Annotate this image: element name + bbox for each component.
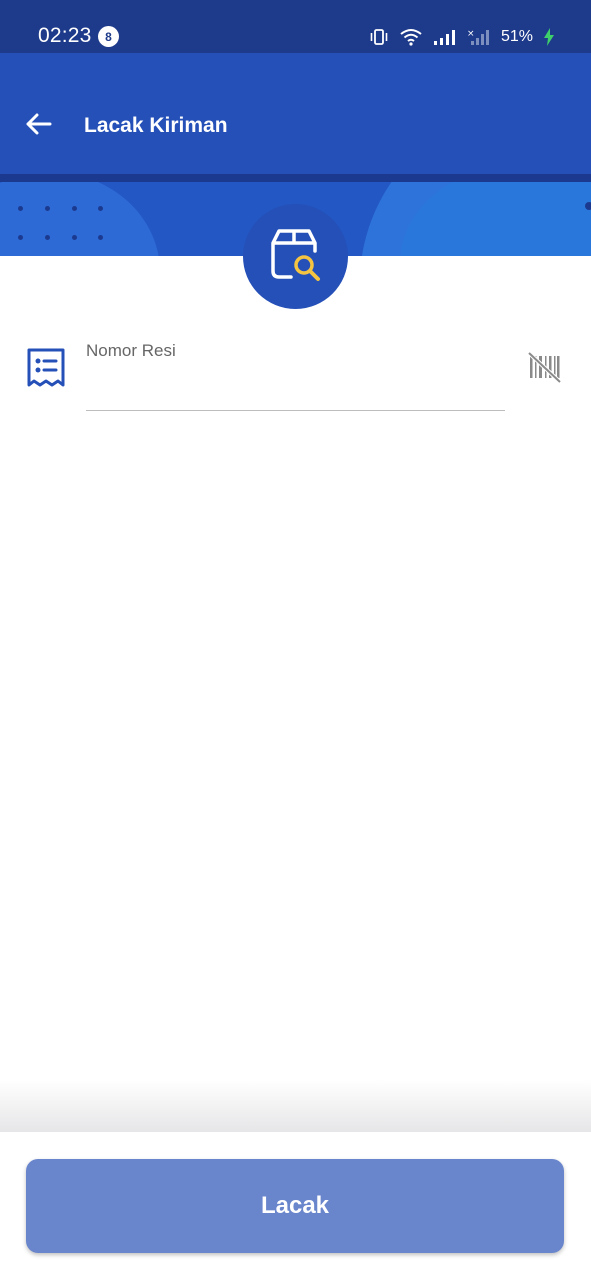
wifi-icon [399,28,423,46]
app-bar-divider [0,174,591,182]
status-icons: × 51% [369,26,555,48]
app-bar: Lacak Kiriman [0,53,591,174]
receipt-number-input[interactable] [86,368,505,411]
package-search-badge [243,204,348,309]
dot-pattern [18,206,108,246]
signal-2-icon: × [467,28,491,46]
page-title: Lacak Kiriman [84,114,228,137]
status-time: 02:23 [38,24,92,47]
back-arrow-icon [24,112,52,141]
bottom-shadow [0,1080,591,1132]
notification-badge: 8 [98,26,119,47]
receipt-number-label: Nomor Resi [86,341,176,360]
signal-icon [433,28,457,46]
barcode-scan-button[interactable] [526,350,562,384]
package-search-icon [269,225,323,288]
barcode-scan-off-icon [526,351,562,388]
svg-text:×: × [467,29,475,39]
battery-percent: 51% [500,28,533,45]
status-bar: 02:23 8 × 51% [0,0,591,53]
receipt-icon [26,347,66,394]
back-button[interactable] [18,106,58,146]
banner-dot [585,202,591,210]
track-button[interactable]: Lacak [26,1159,564,1253]
vibrate-icon [369,28,389,46]
battery-charging-icon [543,28,555,46]
